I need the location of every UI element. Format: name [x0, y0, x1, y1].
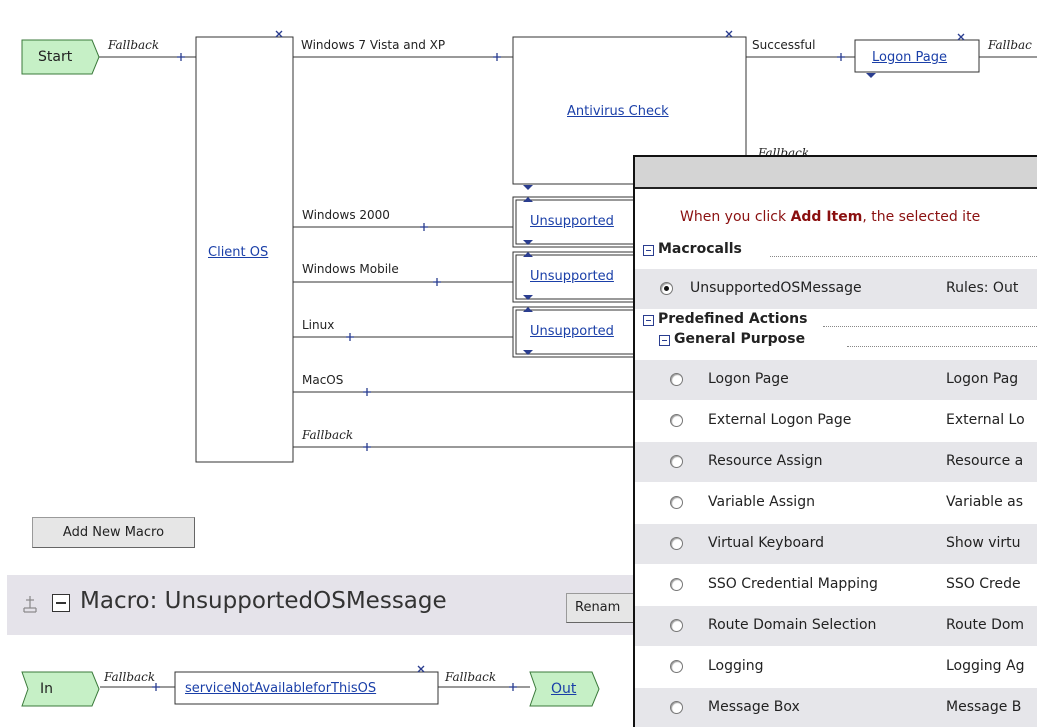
action-radio[interactable]: [670, 373, 683, 386]
branch-windows2000-label: Windows 2000: [302, 208, 390, 222]
move-icon[interactable]: [20, 594, 40, 614]
unsupported-windows-mobile-link[interactable]: Unsupported: [530, 269, 614, 284]
action-desc: Show virtu: [946, 535, 1021, 551]
in-terminal-label[interactable]: In: [40, 681, 53, 697]
general-purpose-collapse-icon[interactable]: [659, 335, 670, 346]
action-name: Virtual Keyboard: [708, 535, 825, 551]
start-fallback-label: Fallback: [108, 38, 160, 52]
action-row[interactable]: Logging Logging Ag: [635, 647, 1037, 687]
out-terminal-link[interactable]: Out: [551, 681, 576, 697]
macrocalls-divider: [770, 256, 1037, 258]
action-radio[interactable]: [670, 414, 683, 427]
action-desc: Logging Ag: [946, 658, 1025, 674]
action-radio[interactable]: [670, 619, 683, 632]
instruction-suffix: , the selected ite: [862, 209, 981, 225]
action-row[interactable]: Variable Assign Variable as: [635, 483, 1037, 523]
macrocalls-header: Macrocalls: [658, 241, 742, 257]
action-name: SSO Credential Mapping: [708, 576, 878, 592]
unsupported-windows2000-link[interactable]: Unsupported: [530, 214, 614, 229]
action-radio[interactable]: [670, 701, 683, 714]
action-name: Route Domain Selection: [708, 617, 877, 633]
action-desc: Variable as: [946, 494, 1024, 510]
branch-windows-mobile-label: Windows Mobile: [302, 262, 399, 276]
logon-fallback-label: Fallbac: [988, 38, 1032, 52]
action-desc: SSO Crede: [946, 576, 1021, 592]
action-radio[interactable]: [670, 578, 683, 591]
action-radio[interactable]: [670, 660, 683, 673]
action-row[interactable]: Logon Page Logon Pag: [635, 360, 1037, 400]
macro-fallback-label-1: Fallback: [104, 670, 156, 684]
client-os-link[interactable]: Client OS: [208, 245, 268, 260]
action-radio[interactable]: [670, 537, 683, 550]
macro-title: Macro: UnsupportedOSMessage: [80, 588, 447, 614]
action-name: Variable Assign: [708, 494, 815, 510]
macrocall-row[interactable]: UnsupportedOSMessage Rules: Out: [635, 269, 1037, 309]
logon-page-link[interactable]: Logon Page: [872, 50, 947, 65]
branch-windows7-label: Windows 7 Vista and XP: [301, 38, 446, 52]
branch-linux-label: Linux: [302, 318, 335, 332]
action-radio[interactable]: [670, 496, 683, 509]
action-desc: External Lo: [946, 412, 1025, 428]
general-purpose-header: General Purpose: [674, 331, 806, 347]
action-row[interactable]: External Logon Page External Lo: [635, 401, 1037, 441]
macrocall-desc: Rules: Out: [946, 280, 1019, 296]
branch-macos-label: MacOS: [302, 373, 344, 387]
instruction-prefix: When you click: [680, 209, 791, 225]
predefined-collapse-icon[interactable]: [643, 315, 654, 326]
action-name: Resource Assign: [708, 453, 823, 469]
action-row[interactable]: Virtual Keyboard Show virtu: [635, 524, 1037, 564]
popup-instruction: When you click Add Item, the selected it…: [680, 209, 980, 225]
service-not-available-link[interactable]: serviceNotAvailableforThisOS: [185, 681, 376, 696]
action-desc: Logon Pag: [946, 371, 1019, 387]
action-name: External Logon Page: [708, 412, 852, 428]
action-row[interactable]: Route Domain Selection Route Dom: [635, 606, 1037, 646]
unsupported-linux-link[interactable]: Unsupported: [530, 324, 614, 339]
collapse-macro-icon[interactable]: [52, 594, 70, 612]
policy-editor-canvas: Start Fallback Client OS Windows 7 Vista…: [0, 0, 1037, 727]
antivirus-check-link[interactable]: Antivirus Check: [567, 104, 669, 119]
macrocall-radio[interactable]: [660, 282, 673, 295]
action-name: Logging: [708, 658, 764, 674]
action-row[interactable]: Resource Assign Resource a: [635, 442, 1037, 482]
add-new-macro-button[interactable]: Add New Macro: [32, 517, 195, 548]
action-radio[interactable]: [670, 455, 683, 468]
predefined-divider: [823, 326, 1037, 328]
rename-macro-button[interactable]: Renam: [566, 593, 638, 623]
add-item-popup: When you click Add Item, the selected it…: [633, 155, 1037, 727]
action-desc: Route Dom: [946, 617, 1025, 633]
action-row[interactable]: Message Box Message B: [635, 688, 1037, 727]
action-row[interactable]: SSO Credential Mapping SSO Crede: [635, 565, 1037, 605]
action-name: Logon Page: [708, 371, 789, 387]
macrocalls-collapse-icon[interactable]: [643, 245, 654, 256]
av-successful-label: Successful: [752, 38, 816, 52]
action-name: Message Box: [708, 699, 800, 715]
branch-fallback-label: Fallback: [302, 428, 354, 442]
action-desc: Resource a: [946, 453, 1024, 469]
start-terminal-label[interactable]: Start: [38, 49, 72, 65]
macro-fallback-label-2: Fallback: [445, 670, 497, 684]
predefined-actions-header: Predefined Actions: [658, 311, 808, 327]
popup-title-bar[interactable]: [635, 157, 1037, 189]
general-purpose-divider: [847, 346, 1037, 348]
action-desc: Message B: [946, 699, 1022, 715]
instruction-bold: Add Item: [790, 209, 863, 225]
macrocall-name: UnsupportedOSMessage: [690, 280, 862, 296]
